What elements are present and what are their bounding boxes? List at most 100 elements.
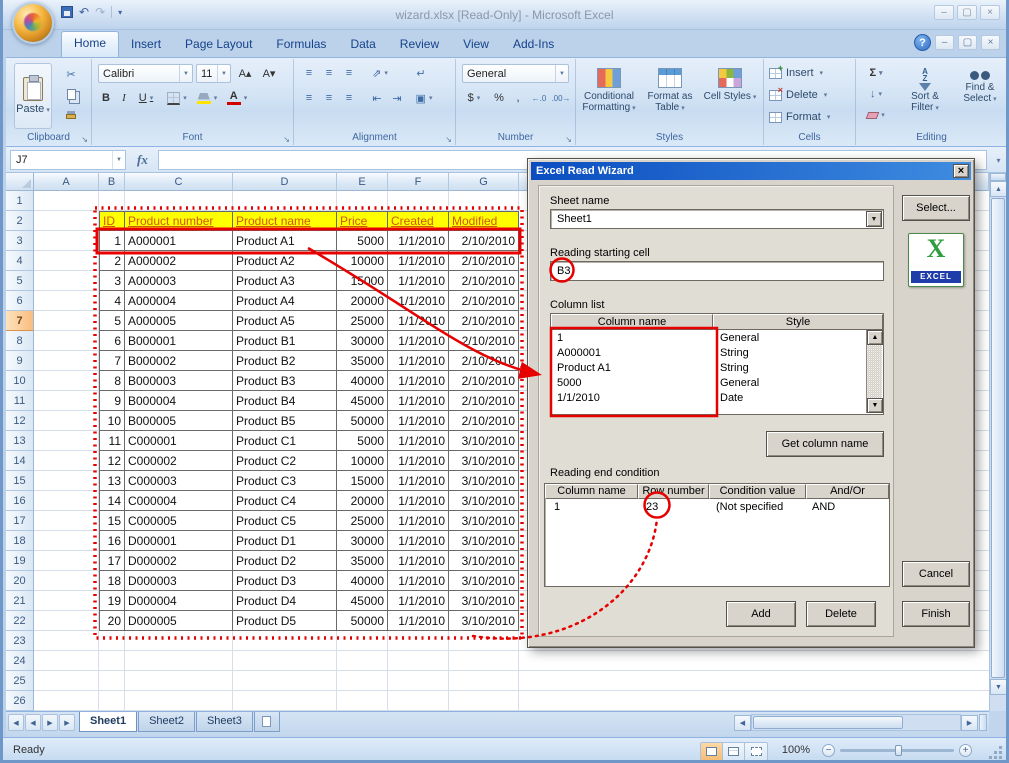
starting-cell-input[interactable]: B3 <box>550 261 884 281</box>
scroll-right-icon[interactable]: ▶ <box>961 715 978 731</box>
cell[interactable]: 3/10/2010 <box>449 611 519 631</box>
cell[interactable]: C000005 <box>125 511 233 531</box>
first-sheet-icon[interactable]: ◀ <box>8 714 24 731</box>
cell[interactable]: Product D1 <box>233 531 337 551</box>
zoom-slider-thumb[interactable] <box>895 745 902 756</box>
cell[interactable] <box>337 651 388 671</box>
cell[interactable]: D000003 <box>125 571 233 591</box>
undo-icon[interactable]: ↶ <box>79 5 89 19</box>
cell[interactable] <box>34 191 99 211</box>
vertical-scroll-thumb[interactable] <box>991 198 1005 678</box>
cell[interactable]: 2/10/2010 <box>449 371 519 391</box>
cell[interactable]: Product D4 <box>233 591 337 611</box>
cell[interactable]: 35000 <box>337 551 388 571</box>
cell[interactable]: 2/10/2010 <box>449 411 519 431</box>
column-header-E[interactable]: E <box>337 173 388 191</box>
cell[interactable]: 3/10/2010 <box>449 531 519 551</box>
align-middle-icon[interactable]: ≡ <box>320 64 338 82</box>
cell[interactable]: 15 <box>99 511 125 531</box>
borders-icon[interactable] <box>164 89 190 107</box>
ec-andor-header[interactable]: And/Or <box>806 484 889 499</box>
cell[interactable]: C000003 <box>125 471 233 491</box>
cell[interactable]: 30000 <box>337 531 388 551</box>
cell[interactable] <box>34 411 99 431</box>
italic-button[interactable]: I <box>116 89 132 107</box>
select-all-corner[interactable] <box>6 173 34 191</box>
alignment-dialog-launcher[interactable] <box>443 133 452 142</box>
cell[interactable]: A000002 <box>125 251 233 271</box>
cell[interactable]: 2/10/2010 <box>449 271 519 291</box>
cell[interactable]: 1/1/2010 <box>388 451 449 471</box>
get-column-name-button[interactable]: Get column name <box>766 431 884 457</box>
workbook-minimize-button[interactable]: – <box>935 35 954 50</box>
cell[interactable]: C000001 <box>125 431 233 451</box>
cell[interactable] <box>449 191 519 211</box>
clipboard-dialog-launcher[interactable] <box>79 133 88 142</box>
cell[interactable]: Product C3 <box>233 471 337 491</box>
column-list-row[interactable]: 1/1/2010Date <box>552 390 866 405</box>
cell[interactable] <box>34 271 99 291</box>
delete-cells-button[interactable]: Delete <box>769 86 827 104</box>
horizontal-scroll-thumb[interactable] <box>753 716 903 729</box>
column-header-F[interactable]: F <box>388 173 449 191</box>
cell[interactable]: Product B4 <box>233 391 337 411</box>
next-sheet-icon[interactable]: ▶ <box>42 714 58 731</box>
cell[interactable]: 6 <box>99 331 125 351</box>
orientation-icon[interactable]: ⇗ <box>368 64 392 82</box>
insert-cells-button[interactable]: Insert <box>769 64 823 82</box>
cell[interactable] <box>125 631 233 651</box>
cell[interactable]: 12 <box>99 451 125 471</box>
tab-view[interactable]: View <box>451 32 501 57</box>
row-header-7[interactable]: 7 <box>6 311 34 331</box>
cell[interactable] <box>449 671 519 691</box>
cell[interactable] <box>125 671 233 691</box>
cell[interactable]: ID <box>99 211 125 231</box>
cell[interactable]: 2/10/2010 <box>449 351 519 371</box>
cell[interactable]: 1 <box>99 231 125 251</box>
paste-button[interactable]: Paste <box>14 63 52 129</box>
cell[interactable] <box>34 291 99 311</box>
cell[interactable] <box>388 631 449 651</box>
cell[interactable] <box>233 651 337 671</box>
page-break-view-button[interactable] <box>745 743 767 760</box>
cell[interactable] <box>233 631 337 651</box>
autosum-icon[interactable]: Σ <box>861 64 891 82</box>
column-header-D[interactable]: D <box>233 173 337 191</box>
cell[interactable]: 1/1/2010 <box>388 231 449 251</box>
cell[interactable]: 3/10/2010 <box>449 471 519 491</box>
cell[interactable] <box>233 191 337 211</box>
cell[interactable]: 8 <box>99 371 125 391</box>
last-sheet-icon[interactable]: ▶ <box>59 714 75 731</box>
tab-data[interactable]: Data <box>338 32 387 57</box>
cell[interactable]: Product B5 <box>233 411 337 431</box>
cell[interactable] <box>337 671 388 691</box>
cell[interactable]: 2/10/2010 <box>449 391 519 411</box>
cell[interactable]: Product A4 <box>233 291 337 311</box>
cell[interactable] <box>99 691 125 711</box>
minimize-button[interactable]: – <box>934 5 954 20</box>
cell[interactable]: 20000 <box>337 291 388 311</box>
list-scroll-up-icon[interactable]: ▲ <box>867 330 883 345</box>
cell[interactable] <box>34 331 99 351</box>
cell[interactable] <box>449 631 519 651</box>
tab-page-layout[interactable]: Page Layout <box>173 32 264 57</box>
cell[interactable]: Product B1 <box>233 331 337 351</box>
align-center-icon[interactable]: ≡ <box>320 89 338 107</box>
cell[interactable]: 1/1/2010 <box>388 551 449 571</box>
save-icon[interactable] <box>61 6 73 18</box>
cell[interactable] <box>34 251 99 271</box>
tab-review[interactable]: Review <box>388 32 451 57</box>
zoom-out-icon[interactable]: − <box>822 744 835 757</box>
cell[interactable]: 3/10/2010 <box>449 511 519 531</box>
cell[interactable]: D000005 <box>125 611 233 631</box>
tab-insert[interactable]: Insert <box>119 32 173 57</box>
workbook-restore-button[interactable]: ▢ <box>958 35 977 50</box>
cell[interactable]: 1/1/2010 <box>388 591 449 611</box>
cell[interactable]: 45000 <box>337 391 388 411</box>
copy-icon[interactable] <box>56 85 86 103</box>
cell[interactable]: A000005 <box>125 311 233 331</box>
cell[interactable]: 10000 <box>337 451 388 471</box>
underline-button[interactable]: U <box>134 89 158 107</box>
style-header[interactable]: Style <box>713 314 883 330</box>
cell[interactable] <box>388 691 449 711</box>
